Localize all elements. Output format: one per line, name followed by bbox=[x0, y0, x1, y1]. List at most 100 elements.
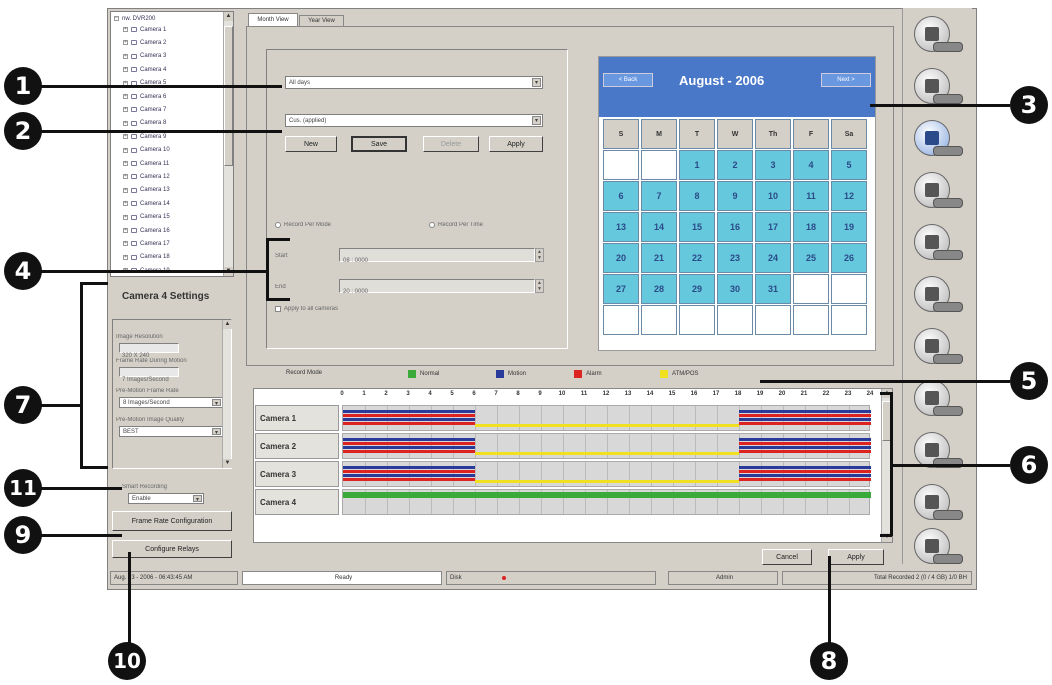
tree-item-camera[interactable]: + Camera 15 bbox=[123, 213, 170, 222]
calendar-day[interactable]: 16 bbox=[717, 212, 753, 242]
tab-month-view[interactable]: Month View bbox=[248, 13, 298, 26]
calendar-day[interactable]: 6 bbox=[603, 181, 639, 211]
calendar-day[interactable]: 10 bbox=[755, 181, 791, 211]
calendar-day[interactable]: 19 bbox=[831, 212, 867, 242]
new-button[interactable]: New bbox=[285, 136, 337, 152]
dropdown-arrow-icon[interactable]: ▾ bbox=[212, 399, 221, 407]
expand-icon[interactable]: + bbox=[123, 107, 128, 113]
tree-item-camera[interactable]: + Camera 16 bbox=[123, 226, 170, 235]
calendar-day[interactable]: 24 bbox=[755, 243, 791, 273]
settings-scrollbar[interactable]: ▲ ▼ bbox=[222, 320, 232, 468]
schedule-row[interactable] bbox=[342, 489, 871, 515]
rail-log-button[interactable] bbox=[909, 480, 965, 526]
rail-users-button[interactable] bbox=[909, 272, 965, 318]
tree-item-camera[interactable]: + Camera 12 bbox=[123, 172, 170, 181]
tree-item-camera[interactable]: + Camera 1 bbox=[123, 25, 166, 34]
rail-display-button[interactable] bbox=[909, 324, 965, 370]
pre-motion-quality-select[interactable]: BEST ▾ bbox=[119, 426, 223, 437]
expand-icon[interactable]: + bbox=[123, 161, 128, 166]
tree-item-camera[interactable]: + Camera 11 bbox=[123, 159, 169, 168]
calendar-day[interactable]: 31 bbox=[755, 274, 791, 304]
calendar-day[interactable]: 4 bbox=[793, 150, 829, 180]
expand-icon[interactable]: + bbox=[123, 94, 128, 99]
collapse-icon[interactable]: − bbox=[114, 16, 119, 21]
tree-scrollbar[interactable]: ▲ ▼ bbox=[223, 12, 233, 276]
start-spinner-icon[interactable]: ▲ ▼ bbox=[535, 248, 544, 262]
calendar-day[interactable]: 7 bbox=[641, 181, 677, 211]
expand-icon[interactable]: + bbox=[123, 174, 128, 180]
tree-root[interactable]: − nw. DVR200 bbox=[114, 14, 155, 23]
schedule-row[interactable] bbox=[342, 461, 871, 487]
expand-icon[interactable]: + bbox=[123, 53, 128, 59]
dropdown-arrow-icon[interactable]: ▾ bbox=[193, 495, 202, 503]
tree-item-camera[interactable]: + Camera 3 bbox=[123, 52, 166, 61]
calendar-back-button[interactable]: < Back bbox=[603, 73, 653, 87]
start-time-field[interactable]: 08 : 0000 bbox=[339, 248, 535, 264]
rail-live-view-button[interactable] bbox=[909, 12, 965, 58]
dropdown-arrow-icon[interactable]: ▾ bbox=[212, 428, 221, 436]
calendar-day[interactable]: 2 bbox=[717, 150, 753, 180]
scroll-thumb[interactable] bbox=[224, 26, 233, 166]
rail-backup-button[interactable] bbox=[909, 428, 965, 474]
calendar-next-button[interactable]: Next > bbox=[821, 73, 871, 87]
rail-schedule-button[interactable] bbox=[909, 116, 965, 162]
expand-icon[interactable]: + bbox=[123, 214, 128, 220]
delete-button[interactable]: Delete bbox=[423, 136, 479, 152]
calendar-day[interactable]: 26 bbox=[831, 243, 867, 273]
scroll-down-icon[interactable]: ▼ bbox=[223, 459, 232, 468]
expand-icon[interactable]: + bbox=[123, 228, 128, 233]
calendar-day[interactable]: 30 bbox=[717, 274, 753, 304]
calendar-day[interactable]: 25 bbox=[793, 243, 829, 273]
radio-icon[interactable] bbox=[275, 222, 281, 228]
tree-item-camera[interactable]: + Camera 17 bbox=[123, 239, 170, 248]
rail-network-button[interactable] bbox=[909, 220, 965, 266]
smart-recording-select[interactable]: Enable ▾ bbox=[128, 493, 204, 504]
calendar-day[interactable]: 11 bbox=[793, 181, 829, 211]
schedule-row[interactable] bbox=[342, 405, 871, 431]
camera-row-label[interactable]: Camera 2 bbox=[255, 433, 339, 459]
tree-item-camera[interactable]: + Camera 10 bbox=[123, 146, 170, 155]
save-button[interactable]: Save bbox=[351, 136, 407, 152]
tree-item-camera[interactable]: + Camera 2 bbox=[123, 38, 166, 47]
calendar-day[interactable]: 23 bbox=[717, 243, 753, 273]
tree-item-camera[interactable]: + Camera 7 bbox=[123, 105, 166, 114]
camera-row-label[interactable]: Camera 4 bbox=[255, 489, 339, 515]
expand-icon[interactable]: + bbox=[123, 254, 128, 260]
calendar-day[interactable]: 13 bbox=[603, 212, 639, 242]
expand-icon[interactable]: + bbox=[123, 27, 128, 32]
tree-item-camera[interactable]: + Camera 4 bbox=[123, 65, 166, 74]
camera-tree[interactable]: − nw. DVR200 + Camera 1 + Camera 2 + Camera 3… bbox=[110, 11, 234, 277]
dropdown-arrow-icon[interactable]: ▾ bbox=[532, 116, 541, 125]
preset-select[interactable]: Cus. (applied) ▾ bbox=[285, 114, 543, 127]
tree-item-camera[interactable]: + Camera 13 bbox=[123, 186, 170, 195]
expand-icon[interactable]: + bbox=[123, 201, 128, 207]
tab-year-view[interactable]: Year View bbox=[299, 15, 344, 26]
calendar-day[interactable]: 9 bbox=[717, 181, 753, 211]
calendar-day[interactable]: 12 bbox=[831, 181, 867, 211]
calendar-day[interactable]: 21 bbox=[641, 243, 677, 273]
end-spinner-icon[interactable]: ▲ ▼ bbox=[535, 279, 544, 293]
expand-icon[interactable]: + bbox=[123, 120, 128, 126]
tree-item-camera[interactable]: + Camera 6 bbox=[123, 92, 166, 101]
checkbox-icon[interactable] bbox=[275, 306, 281, 312]
days-select[interactable]: All days ▾ bbox=[285, 76, 543, 89]
radio-record-per-time[interactable]: Record Per Time bbox=[429, 222, 483, 228]
tree-item-camera[interactable]: + Camera 8 bbox=[123, 119, 166, 128]
calendar-day[interactable]: 28 bbox=[641, 274, 677, 304]
tree-item-camera[interactable]: + Camera 9 bbox=[123, 132, 166, 141]
cancel-button[interactable]: Cancel bbox=[762, 549, 812, 565]
apply-button[interactable]: Apply bbox=[828, 549, 884, 565]
radio-icon[interactable] bbox=[429, 222, 435, 228]
expand-icon[interactable]: + bbox=[123, 147, 128, 153]
calendar-day[interactable]: 8 bbox=[679, 181, 715, 211]
calendar-day[interactable]: 17 bbox=[755, 212, 791, 242]
apply-all-checkbox[interactable]: Apply to all cameras bbox=[275, 306, 338, 312]
expand-icon[interactable]: + bbox=[123, 241, 128, 247]
scroll-up-icon[interactable]: ▲ bbox=[223, 320, 232, 329]
tree-item-camera[interactable]: + Camera 18 bbox=[123, 253, 170, 262]
expand-icon[interactable]: + bbox=[123, 134, 128, 140]
end-time-field[interactable]: 20 : 0000 bbox=[339, 279, 535, 295]
calendar-day[interactable]: 1 bbox=[679, 150, 715, 180]
calendar-day[interactable]: 14 bbox=[641, 212, 677, 242]
calendar-day[interactable]: 20 bbox=[603, 243, 639, 273]
